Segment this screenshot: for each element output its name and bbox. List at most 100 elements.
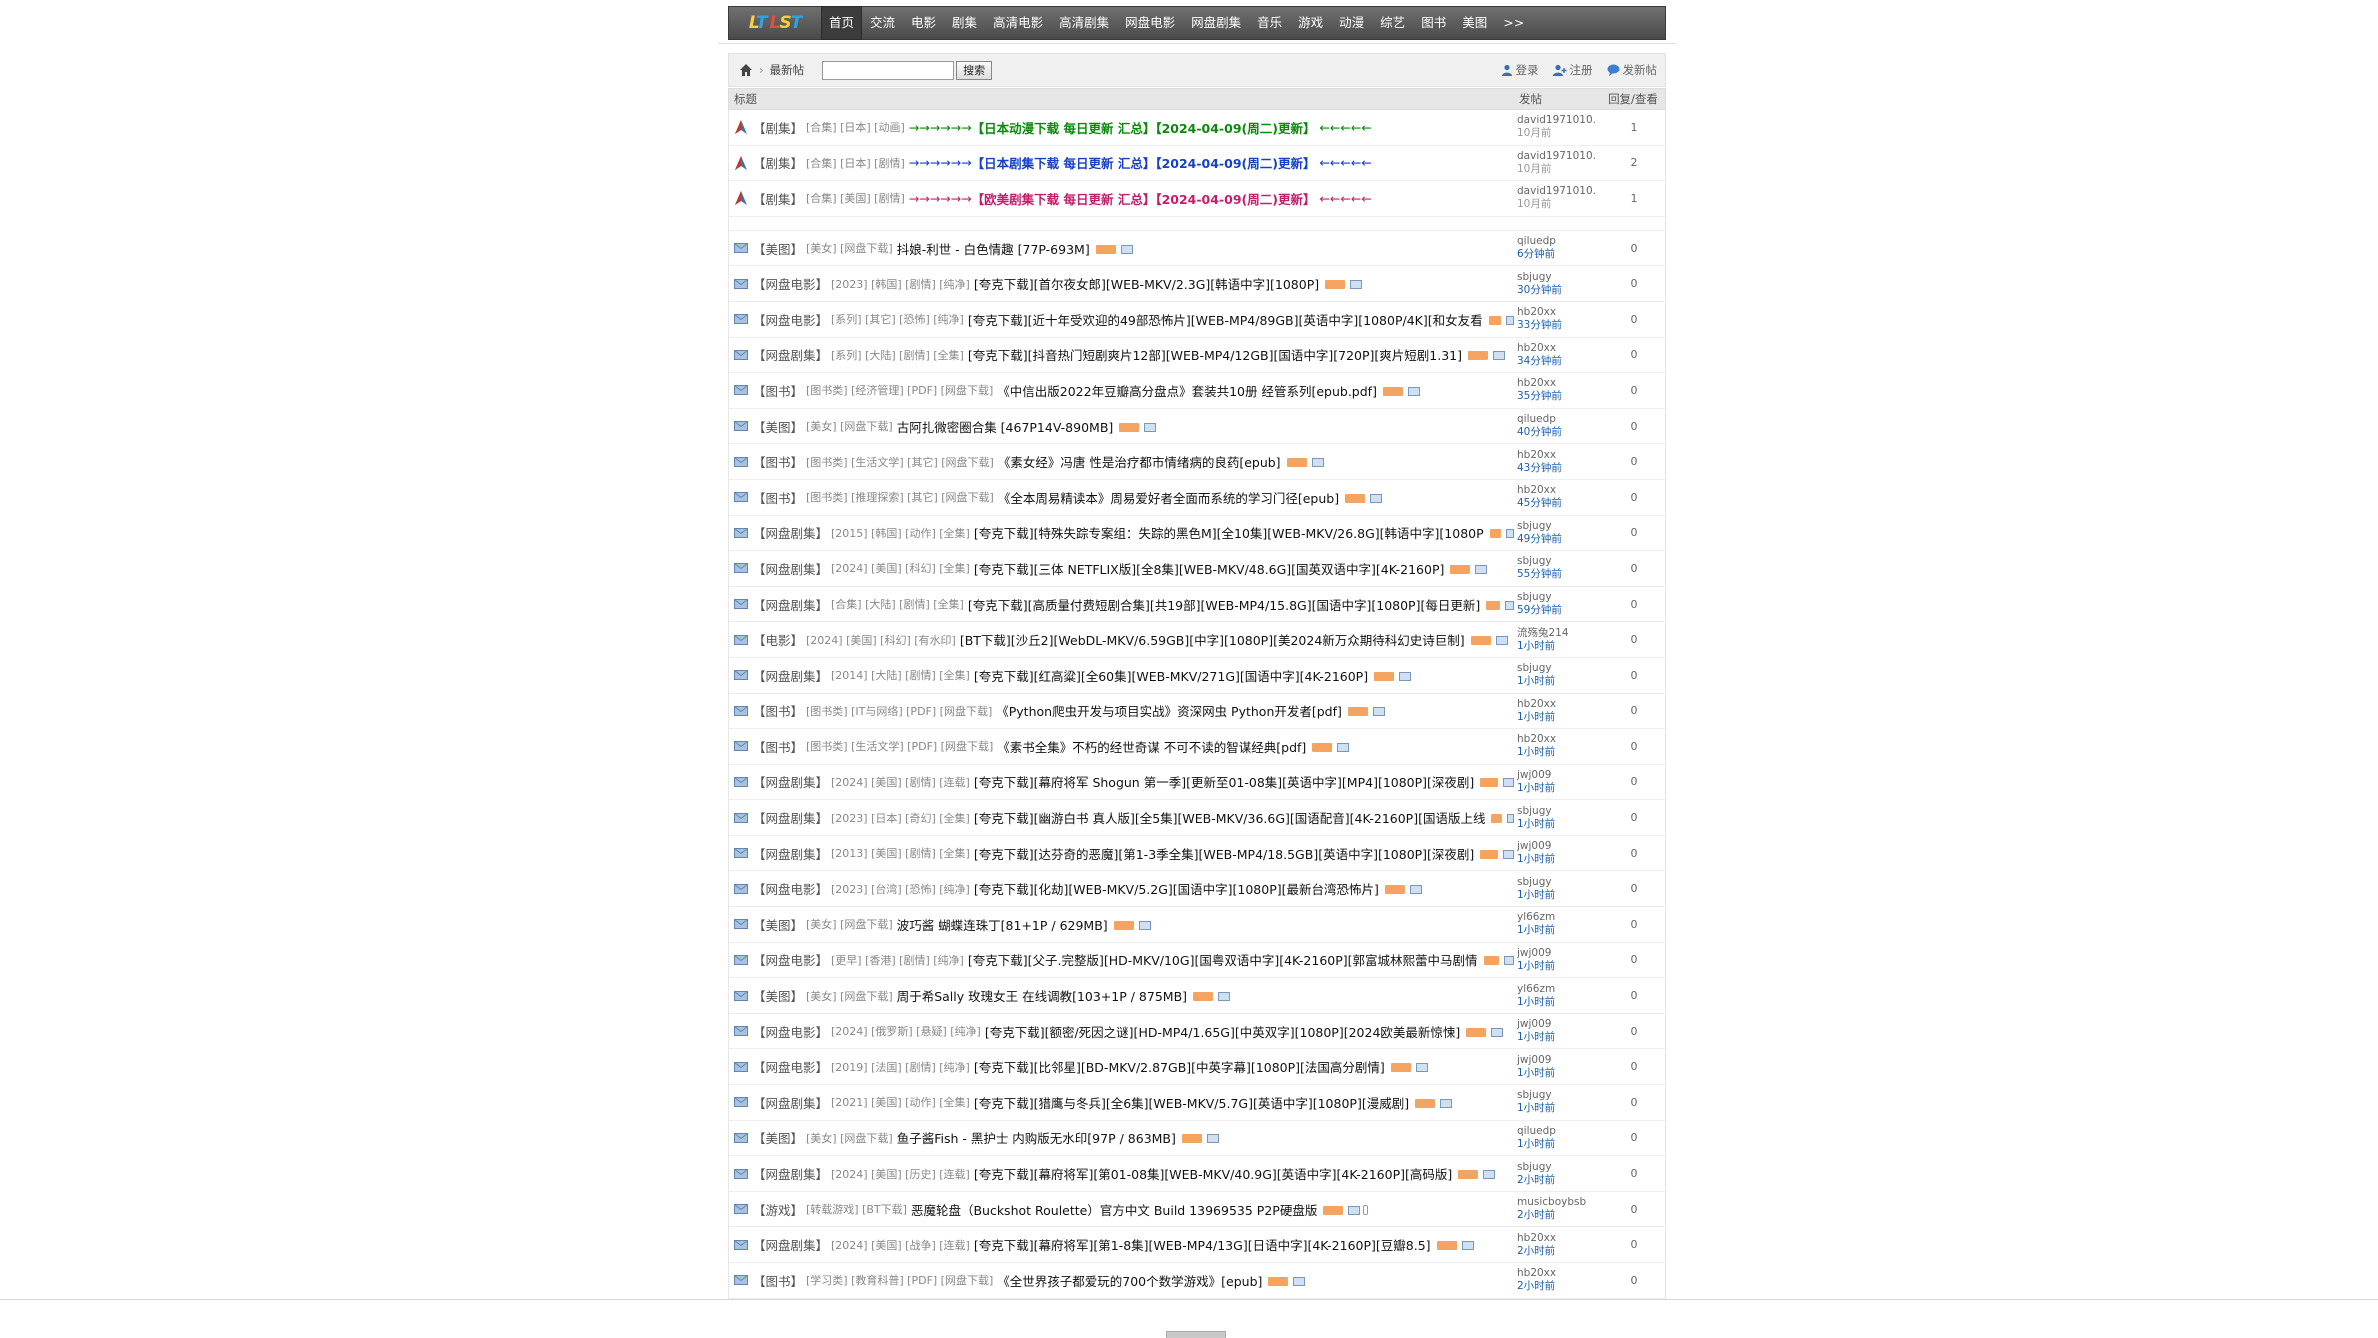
- thread-title-link[interactable]: [夸克下载][父子.完整版][HD-MKV/10G][国粤双语中字][4K-21…: [968, 950, 1478, 969]
- poster-name[interactable]: yl66zm: [1517, 983, 1604, 996]
- nav-item[interactable]: 网盘剧集: [1183, 6, 1249, 40]
- thread-row[interactable]: 【网盘剧集】 [2015] [韩国] [动作] [全集] [夸克下载][特殊失踪专案…: [729, 516, 1665, 552]
- thread-title-link[interactable]: 波巧酱 蝴蝶连珠丁[81+1P / 629MB]: [897, 915, 1108, 934]
- poster-name[interactable]: jwj009: [1517, 1054, 1604, 1067]
- nav-item[interactable]: 高清电影: [985, 6, 1051, 40]
- thread-title-link[interactable]: 《素书全集》不朽的经世奇谋 不可不读的智谋经典[pdf]: [997, 737, 1306, 756]
- nav-item[interactable]: 美图: [1454, 6, 1495, 40]
- thread-forum[interactable]: 【网盘电影】: [753, 310, 828, 329]
- thread-row[interactable]: 【网盘剧集】 [2024] [美国] [科幻] [全集] [夸克下载][三体 NET…: [729, 551, 1665, 587]
- thread-row[interactable]: 【图书】 [图书类] [生活文学] [其它] [网盘下载] 《素女经》冯唐 性是治疗…: [729, 444, 1665, 480]
- search-input[interactable]: [822, 60, 955, 80]
- thread-title-link[interactable]: [夸克下载][三体 NETFLIX版][全8集][WEB-MKV/48.6G][…: [974, 559, 1445, 578]
- sticky-thread-row[interactable]: 【剧集】 [合集] [日本] [动画] →→→→→→ 【日本动漫下载 每日更新 汇总】…: [729, 110, 1665, 146]
- thread-forum[interactable]: 【网盘剧集】: [753, 1164, 828, 1183]
- poster-name[interactable]: hb20xx: [1517, 342, 1604, 355]
- thread-forum[interactable]: 【网盘电影】: [753, 274, 828, 293]
- thread-title-link[interactable]: [BT下载][沙丘2][WebDL-MKV/6.59GB][中字][1080P]…: [960, 630, 1465, 649]
- thread-title-link[interactable]: 《全世界孩子都爱玩的700个数学游戏》[epub]: [997, 1271, 1262, 1290]
- thread-row[interactable]: 【图书】 [图书类] [生活文学] [PDF] [网盘下载] 《素书全集》不朽的经世…: [729, 729, 1665, 765]
- nav-item[interactable]: 音乐: [1249, 6, 1290, 40]
- thread-row[interactable]: 【图书】 [图书类] [推理探索] [其它] [网盘下载] 《全本周易精读本》周易爱…: [729, 480, 1665, 516]
- thread-forum[interactable]: 【网盘剧集】: [753, 772, 828, 791]
- thread-forum[interactable]: 【游戏】: [753, 1200, 803, 1219]
- register-link[interactable]: 注册: [1552, 62, 1593, 78]
- thread-row[interactable]: 【网盘电影】 [2019] [法国] [剧情] [纯净] [夸克下载][比邻星][B…: [729, 1049, 1665, 1086]
- poster-name[interactable]: sbjugy: [1517, 662, 1604, 675]
- thread-title-link[interactable]: [夸克下载][化劫][WEB-MKV/5.2G][国语中字][1080P][最新…: [974, 879, 1379, 898]
- poster-name[interactable]: qiluedp: [1517, 1125, 1604, 1138]
- thread-row[interactable]: 【美图】 [美女] [网盘下载] 波巧酱 蝴蝶连珠丁[81+1P / 629MB] y…: [729, 907, 1665, 943]
- thread-title-link[interactable]: 鱼子酱Fish - 黑护士 内购版无水印[97P / 863MB]: [897, 1128, 1176, 1147]
- thread-forum[interactable]: 【美图】: [753, 1128, 803, 1147]
- thread-forum[interactable]: 【图书】: [753, 452, 803, 471]
- nav-item[interactable]: 游戏: [1290, 6, 1331, 40]
- thread-row[interactable]: 【网盘剧集】 [合集] [大陆] [剧情] [全集] [夸克下载][高质量付费短剧合…: [729, 587, 1665, 623]
- thread-forum[interactable]: 【图书】: [753, 1271, 803, 1290]
- thread-forum[interactable]: 【美图】: [753, 239, 803, 258]
- thread-forum[interactable]: 【网盘剧集】: [753, 559, 828, 578]
- poster-name[interactable]: jwj009: [1517, 840, 1604, 853]
- thread-title-link[interactable]: [夸克下载][近十年受欢迎的49部恐怖片][WEB-MP4/89GB][英语中字…: [968, 310, 1483, 329]
- new-post-link[interactable]: 发新帖: [1607, 62, 1657, 78]
- nav-item[interactable]: 动漫: [1331, 6, 1372, 40]
- search-button[interactable]: 搜索: [956, 60, 993, 80]
- thread-row[interactable]: 【图书】 [图书类] [IT与网络] [PDF] [网盘下载] 《Python爬虫开…: [729, 694, 1665, 730]
- thread-forum[interactable]: 【图书】: [753, 701, 803, 720]
- poster-name[interactable]: hb20xx: [1517, 1232, 1604, 1245]
- thread-title-link[interactable]: [夸克下载][比邻星][BD-MKV/2.87GB][中英字幕][1080P][…: [974, 1057, 1385, 1076]
- thread-title-link[interactable]: 古阿扎微密圈合集 [467P14V-890MB]: [897, 417, 1114, 436]
- thread-row[interactable]: 【网盘剧集】 [2014] [大陆] [剧情] [全集] [夸克下载][红高粱][全…: [729, 658, 1665, 694]
- thread-forum[interactable]: 【图书】: [753, 488, 803, 507]
- thread-title-link[interactable]: [夸克下载][幕府将军 Shogun 第一季][更新至01-08集][英语中字]…: [974, 772, 1474, 791]
- poster-name[interactable]: jwj009: [1517, 1018, 1604, 1031]
- login-link[interactable]: 登录: [1501, 62, 1539, 78]
- poster-name[interactable]: sbjugy: [1517, 271, 1604, 284]
- poster-name[interactable]: qiluedp: [1517, 235, 1604, 248]
- nav-item[interactable]: 剧集: [944, 6, 985, 40]
- thread-forum[interactable]: 【剧集】: [753, 189, 803, 208]
- poster-name[interactable]: sbjugy: [1517, 805, 1604, 818]
- thread-row[interactable]: 【网盘电影】 [2023] [韩国] [剧情] [纯净] [夸克下载][首尔夜女郎]…: [729, 266, 1665, 302]
- thread-row[interactable]: 【电影】 [2024] [美国] [科幻] [有水印] [BT下载][沙丘2][We…: [729, 622, 1665, 658]
- thread-title-link[interactable]: 《中信出版2022年豆瓣高分盘点》套装共10册 经管系列[epub.pdf]: [997, 381, 1377, 400]
- poster-name[interactable]: hb20xx: [1517, 377, 1604, 390]
- poster-name[interactable]: yl66zm: [1517, 911, 1604, 924]
- thread-forum[interactable]: 【网盘剧集】: [753, 345, 828, 364]
- poster-name[interactable]: sbjugy: [1517, 1089, 1604, 1102]
- thread-forum[interactable]: 【网盘剧集】: [753, 808, 828, 827]
- thread-row[interactable]: 【游戏】 [转载游戏] [BT下载] 恶魔轮盘（Buckshot Roulette）…: [729, 1192, 1665, 1228]
- nav-item[interactable]: 综艺: [1372, 6, 1413, 40]
- thread-row[interactable]: 【美图】 [美女] [网盘下载] 古阿扎微密圈合集 [467P14V-890MB] q…: [729, 409, 1665, 445]
- thread-title-link[interactable]: [夸克下载][特殊失踪专案组：失踪的黑色M][全10集][WEB-MKV/26.…: [974, 523, 1484, 542]
- thread-forum[interactable]: 【网盘电影】: [753, 950, 828, 969]
- sticky-thread-row[interactable]: 【剧集】 [合集] [美国] [剧情] →→→→→→ 【欧美剧集下载 每日更新 汇总】…: [729, 181, 1665, 217]
- nav-item[interactable]: 电影: [903, 6, 944, 40]
- thread-title-link[interactable]: 《素女经》冯唐 性是治疗都市情绪病的良药[epub]: [998, 452, 1281, 471]
- breadcrumb-current[interactable]: 最新帖: [770, 62, 805, 78]
- poster-name[interactable]: hb20xx: [1517, 484, 1604, 497]
- poster-name[interactable]: sbjugy: [1517, 555, 1604, 568]
- thread-title-link[interactable]: 《全本周易精读本》周易爱好者全面而系统的学习门径[epub]: [998, 488, 1339, 507]
- thread-forum[interactable]: 【电影】: [753, 630, 803, 649]
- thread-forum[interactable]: 【图书】: [753, 737, 803, 756]
- thread-forum[interactable]: 【网盘剧集】: [753, 1093, 828, 1112]
- thread-forum[interactable]: 【美图】: [753, 986, 803, 1005]
- thread-title-link[interactable]: [夸克下载][额密/死因之谜][HD-MP4/1.65G][中英双字][1080…: [985, 1022, 1460, 1041]
- thread-row[interactable]: 【网盘剧集】 [2023] [日本] [奇幻] [全集] [夸克下载][幽游白书 真…: [729, 800, 1665, 836]
- thread-forum[interactable]: 【网盘剧集】: [753, 523, 828, 542]
- thread-forum[interactable]: 【网盘剧集】: [753, 844, 828, 863]
- thread-row[interactable]: 【美图】 [美女] [网盘下载] 鱼子酱Fish - 黑护士 内购版无水印[97P …: [729, 1121, 1665, 1157]
- nav-item[interactable]: 交流: [862, 6, 903, 40]
- poster-name[interactable]: david1971010.: [1517, 114, 1604, 127]
- home-icon[interactable]: [739, 63, 753, 77]
- thread-title-link[interactable]: [夸克下载][红高粱][全60集][WEB-MKV/271G][国语中字][4K…: [974, 666, 1368, 685]
- thread-title-link[interactable]: [夸克下载][达芬奇的恶魔][第1-3季全集][WEB-MP4/18.5GB][…: [974, 844, 1474, 863]
- poster-name[interactable]: david1971010.: [1517, 185, 1604, 198]
- thread-row[interactable]: 【美图】 [美女] [网盘下载] 抖娘-利世 - 白色情趣 [77P-693M] qi…: [729, 231, 1665, 267]
- nav-item[interactable]: >>: [1495, 6, 1532, 40]
- poster-name[interactable]: jwj009: [1517, 947, 1604, 960]
- thread-forum[interactable]: 【网盘电影】: [753, 1022, 828, 1041]
- poster-name[interactable]: sbjugy: [1517, 520, 1604, 533]
- thread-forum[interactable]: 【网盘剧集】: [753, 666, 828, 685]
